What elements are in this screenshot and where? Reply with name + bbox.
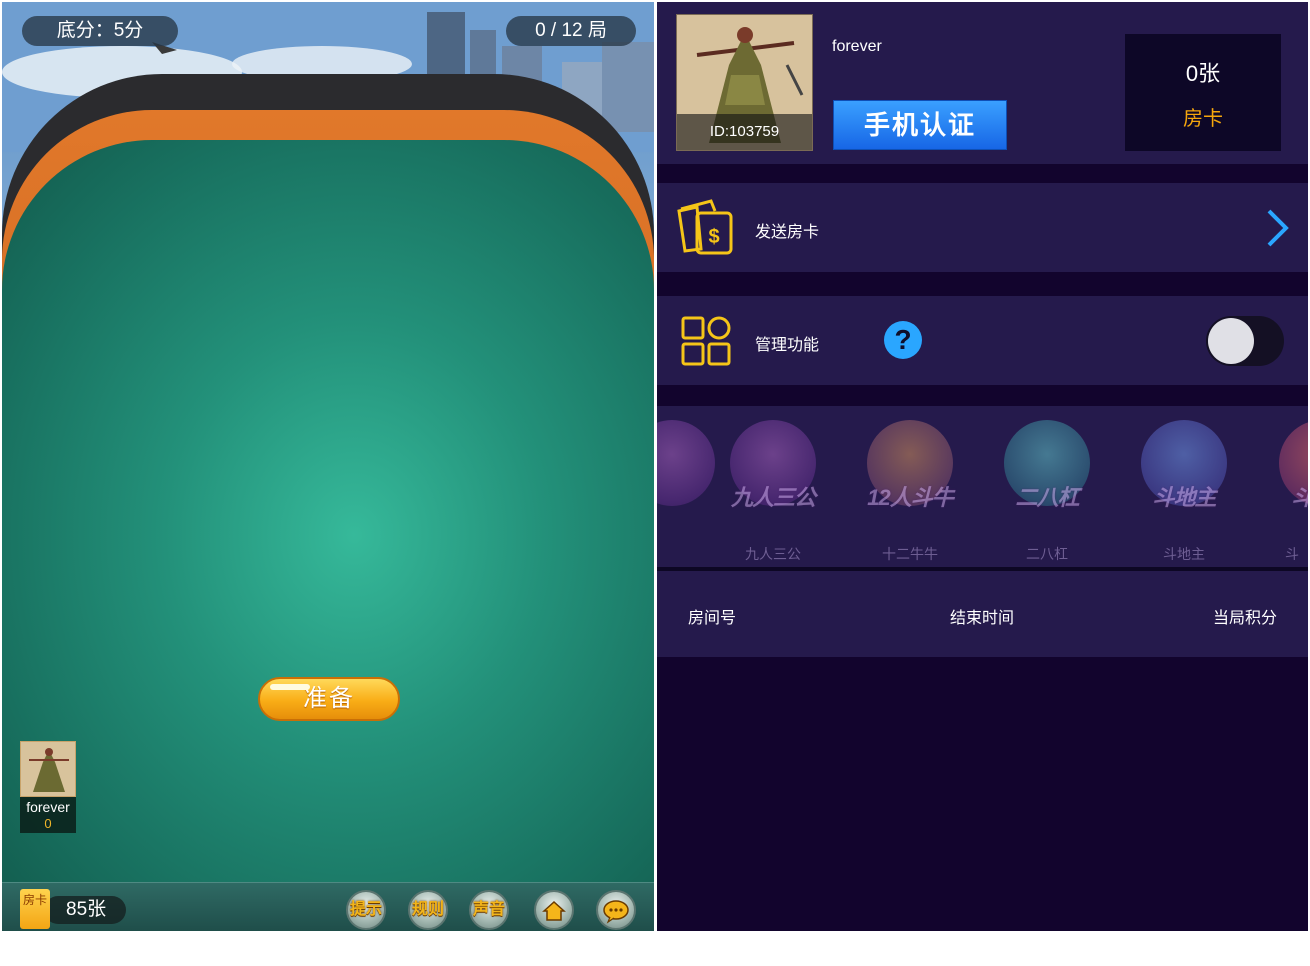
- game-item[interactable]: 二八杠 二八杠: [992, 420, 1102, 562]
- room-card-balance-count: 0张: [1185, 61, 1221, 86]
- game-name: 九人三公: [745, 546, 801, 562]
- game-logo-text: 12人斗牛: [867, 485, 953, 510]
- game-name: 十二牛牛: [882, 546, 938, 562]
- ready-button[interactable]: 准备: [258, 677, 400, 721]
- column-round-score: 当局积分: [1213, 610, 1278, 627]
- home-icon: [542, 900, 566, 921]
- room-card-balance-label: 房卡: [1183, 108, 1223, 130]
- game-list: 九人三公 九人三公 12人斗牛 十二牛牛 二八杠 二八杠 斗地主 斗地主 斗 斗: [657, 406, 1308, 567]
- card-dollar-icon: $: [677, 199, 733, 255]
- phone-verify-button[interactable]: 手机认证: [833, 100, 1007, 150]
- game-item[interactable]: 12人斗牛 十二牛牛: [855, 420, 965, 562]
- chevron-right-icon: [1267, 209, 1289, 247]
- game-table-view: 底分：5分 0 / 12 局 准备 forever 0 85张 房卡 提示 规则…: [2, 2, 654, 931]
- ready-button-label: 准备: [303, 685, 355, 712]
- game-logo-text: 二八杠: [1015, 485, 1079, 510]
- room-card-count: 85张: [44, 896, 126, 924]
- game-name: 斗地主: [1163, 546, 1205, 562]
- game-logo: [657, 420, 715, 506]
- game-item[interactable]: 斗 斗: [1267, 420, 1308, 562]
- help-icon[interactable]: ?: [884, 321, 922, 359]
- game-logo-text: 九人三公: [730, 485, 816, 510]
- avatar: [20, 741, 76, 797]
- grid-apps-icon: [681, 316, 731, 366]
- avatar-figure-icon: [21, 742, 75, 796]
- player-name: forever: [20, 797, 76, 817]
- manage-toggle[interactable]: [1206, 316, 1284, 366]
- game-item[interactable]: 斗地主 斗地主: [1129, 420, 1239, 562]
- home-button[interactable]: [534, 890, 574, 930]
- toggle-knob: [1208, 318, 1254, 364]
- rules-button[interactable]: 规则: [408, 890, 448, 930]
- send-room-card-label: 发送房卡: [755, 224, 820, 241]
- user-name: forever: [832, 38, 882, 55]
- svg-text:$: $: [708, 226, 719, 248]
- manage-function-row: 管理功能 ?: [657, 296, 1308, 385]
- game-name: 斗: [1285, 546, 1299, 562]
- hint-button[interactable]: 提示: [346, 890, 386, 930]
- game-logo-text: 斗地主: [1152, 485, 1216, 510]
- bottom-toolbar: 85张 房卡 提示 规则 声音: [2, 882, 654, 931]
- table-felt: [2, 140, 654, 900]
- profile-panel: ID:103759 forever 手机认证 0张 房卡 $ 发送房卡 管理功能…: [657, 2, 1308, 931]
- button-shine: [270, 684, 310, 690]
- game-item[interactable]: 九人三公 九人三公: [718, 420, 828, 562]
- game-name: 二八杠: [1026, 546, 1068, 562]
- round-count-label: 0 / 12 局: [506, 16, 636, 46]
- avatar[interactable]: ID:103759: [676, 14, 813, 151]
- send-room-card-row[interactable]: $ 发送房卡: [657, 183, 1308, 272]
- base-score-label: 底分：5分: [22, 16, 178, 46]
- column-end-time: 结束时间: [950, 610, 1015, 627]
- user-id: ID:103759: [677, 114, 812, 150]
- profile-header: ID:103759 forever 手机认证 0张 房卡: [657, 2, 1308, 164]
- room-card-balance: 0张 房卡: [1125, 34, 1281, 151]
- game-logo-text: 斗: [1237, 480, 1308, 512]
- sound-button[interactable]: 声音: [469, 890, 509, 930]
- column-room-number: 房间号: [688, 610, 737, 627]
- room-card-icon: 房卡: [20, 889, 50, 929]
- manage-function-label: 管理功能: [755, 337, 820, 354]
- chat-icon: [603, 900, 629, 924]
- chat-button[interactable]: [596, 890, 636, 930]
- player-score: 0: [20, 817, 76, 833]
- player-seat[interactable]: forever 0: [20, 741, 78, 833]
- record-table-header: 房间号 结束时间 当局积分: [657, 571, 1308, 657]
